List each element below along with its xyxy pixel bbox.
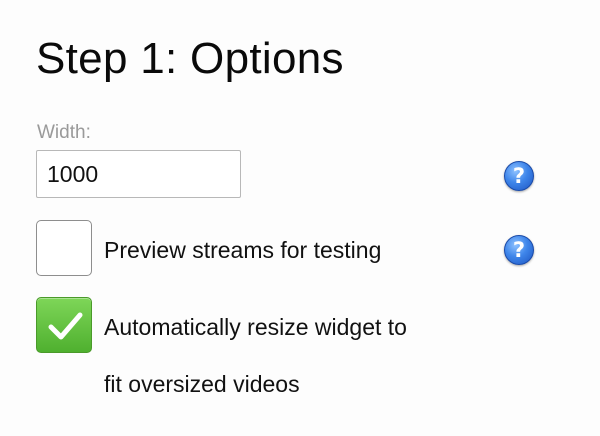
- width-input[interactable]: [36, 150, 241, 198]
- options-panel: Step 1: Options Width: ? Preview streams…: [0, 0, 600, 436]
- width-label: Width:: [37, 122, 91, 143]
- auto-resize-label-line1: Automatically resize widget to: [104, 314, 407, 340]
- checkmark-icon: [48, 312, 83, 340]
- preview-help-icon[interactable]: ?: [504, 235, 534, 265]
- page-title: Step 1: Options: [36, 34, 344, 83]
- preview-streams-checkbox[interactable]: [36, 220, 92, 276]
- width-help-icon[interactable]: ?: [504, 161, 534, 191]
- auto-resize-label-line2: fit oversized videos: [104, 371, 300, 397]
- auto-resize-checkbox[interactable]: [36, 297, 92, 353]
- preview-streams-label: Preview streams for testing: [104, 237, 382, 263]
